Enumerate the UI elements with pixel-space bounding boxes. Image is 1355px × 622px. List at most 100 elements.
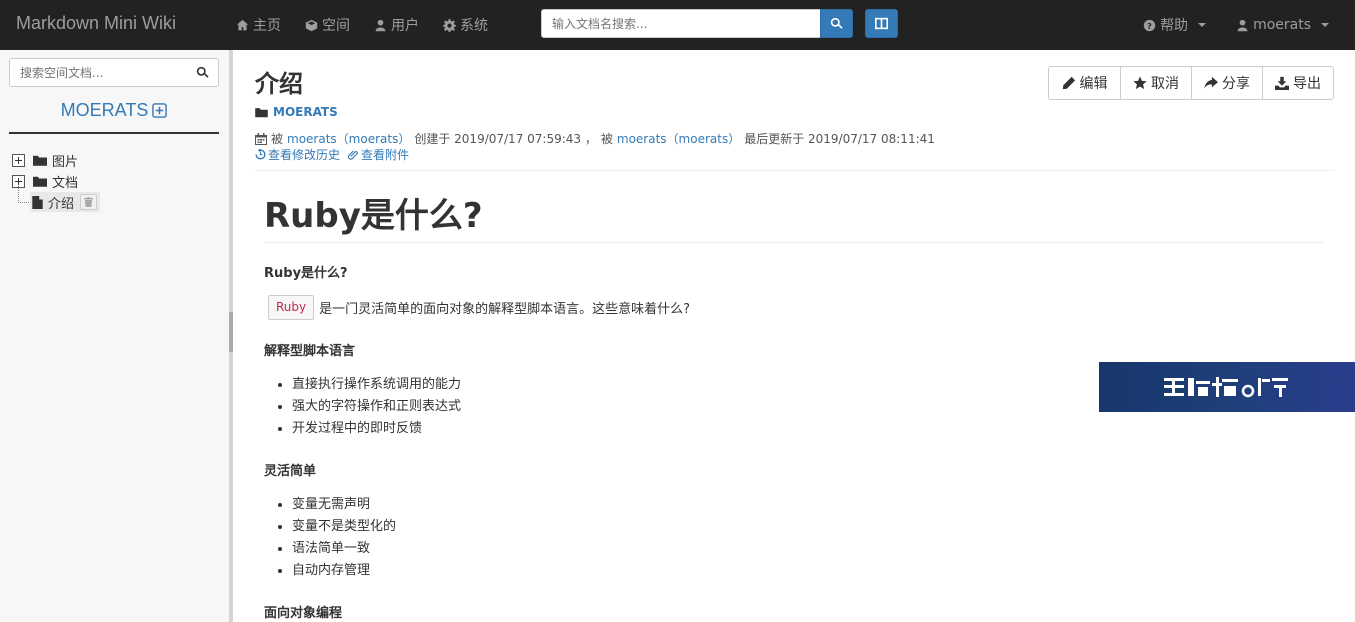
nav-space-label: 空间 <box>322 18 350 34</box>
space-breadcrumb[interactable]: MOERATS <box>255 105 338 119</box>
cancel-label: 取消 <box>1151 76 1179 92</box>
user-icon <box>375 19 386 31</box>
creator-link[interactable]: moerats（moerats） <box>287 130 410 147</box>
watermark-logo-icon <box>1164 377 1288 398</box>
space-link-label: MOERATS <box>273 105 338 119</box>
history-label: 查看修改历史 <box>268 148 341 162</box>
caret-down-icon <box>1321 23 1329 27</box>
calendar-icon <box>255 132 267 145</box>
tree-node-label: 图片 <box>52 155 79 170</box>
meta-by2: 被 <box>600 132 613 146</box>
edit-label: 编辑 <box>1079 76 1108 92</box>
nav-right: ? 帮助 moerats <box>1143 0 1329 50</box>
main-content: 介绍 MOERATS 被 moerats（moerats） 创建于 2019/0… <box>233 50 1355 622</box>
doc-search-input[interactable] <box>541 9 821 38</box>
tree-node-label: 文档 <box>52 176 79 191</box>
space-title: MOERATS <box>9 100 219 134</box>
file-icon <box>32 195 43 209</box>
user-icon <box>1237 19 1248 31</box>
folder-icon <box>33 176 47 187</box>
star-icon <box>1133 76 1147 90</box>
created-time: 创建于 2019/07/17 07:59:43 ， <box>414 132 597 146</box>
top-navbar: Markdown Mini Wiki 主页 空间 用户 系统 ? 帮助 <box>0 0 1355 50</box>
folder-icon <box>255 107 268 117</box>
cancel-button[interactable]: 取消 <box>1120 66 1192 100</box>
attachments-link[interactable]: 查看附件 <box>348 146 409 163</box>
share-label: 分享 <box>1222 76 1250 92</box>
help-label: 帮助 <box>1160 18 1189 34</box>
history-icon <box>255 149 266 160</box>
home-icon <box>236 19 249 30</box>
user-dropdown[interactable]: moerats <box>1236 17 1329 33</box>
export-button[interactable]: 导出 <box>1262 66 1334 100</box>
columns-icon <box>875 17 888 30</box>
trash-icon <box>84 197 94 207</box>
inline-code: Ruby <box>268 295 315 320</box>
user-label: moerats <box>1253 17 1311 33</box>
space-doc-search <box>9 58 219 87</box>
paperclip-icon <box>348 150 358 160</box>
header-divider <box>255 170 1334 171</box>
edit-button[interactable]: 编辑 <box>1048 66 1121 100</box>
search-button[interactable] <box>820 9 853 38</box>
search-icon[interactable] <box>196 66 209 79</box>
share-icon <box>1204 76 1218 89</box>
list-interpreted: 直接执行操作系统调用的能力 强大的字符操作和正则表达式 开发过程中的即时反馈 <box>292 374 461 440</box>
share-button[interactable]: 分享 <box>1191 66 1263 100</box>
cube-icon <box>305 19 318 31</box>
list-item: 开发过程中的即时反馈 <box>292 418 461 440</box>
plus-square-icon[interactable] <box>152 103 168 118</box>
space-name[interactable]: MOERATS <box>61 100 149 121</box>
search-icon <box>830 17 843 29</box>
list-item: 变量不是类型化的 <box>292 516 396 538</box>
main-nav: 主页 空间 用户 系统 <box>236 0 512 50</box>
section-heading-flexible: 灵活简单 <box>264 464 317 479</box>
list-item: 语法简单一致 <box>292 538 396 560</box>
export-icon <box>1275 76 1289 90</box>
history-link[interactable]: 查看修改历史 <box>255 146 340 163</box>
nav-system[interactable]: 系统 <box>443 15 488 35</box>
gear-icon <box>443 18 456 32</box>
list-item: 强大的字符操作和正则表达式 <box>292 396 461 418</box>
doc-tree: 图片 文档 介绍 <box>12 150 101 212</box>
toggle-layout-button[interactable] <box>865 9 898 38</box>
folder-icon <box>33 155 47 166</box>
brand-title[interactable]: Markdown Mini Wiki <box>16 13 176 34</box>
nav-users[interactable]: 用户 <box>374 15 419 35</box>
nav-space[interactable]: 空间 <box>305 15 350 35</box>
delete-node-button[interactable] <box>80 194 98 210</box>
section-heading-intro: Ruby是什么? <box>264 266 348 281</box>
section-heading-interpreted: 解释型脚本语言 <box>264 344 356 359</box>
nav-home-label: 主页 <box>253 18 281 34</box>
tree-node-label: 介绍 <box>48 196 75 212</box>
doc-actions: 编辑 取消 分享 导出 <box>1048 66 1334 100</box>
meta-by: 被 <box>271 132 284 146</box>
expand-icon[interactable] <box>12 154 25 167</box>
help-dropdown[interactable]: ? 帮助 <box>1143 15 1207 35</box>
space-search-input[interactable] <box>10 59 190 86</box>
doc-links: 查看修改历史 查看附件 <box>255 146 409 163</box>
question-circle-icon: ? <box>1143 19 1156 31</box>
list-item: 直接执行操作系统调用的能力 <box>292 374 461 396</box>
list-item: 变量无需声明 <box>292 494 396 516</box>
pencil-icon <box>1062 76 1075 90</box>
svg-text:?: ? <box>1147 20 1152 30</box>
content-heading: Ruby是什么? <box>264 190 1324 243</box>
updater-link[interactable]: moerats（moerats） <box>617 130 740 147</box>
section-heading-oop: 面向对象编程 <box>264 606 343 621</box>
caret-down-icon <box>1198 23 1207 27</box>
attachments-label: 查看附件 <box>361 148 410 162</box>
watermark-logo <box>1099 362 1355 412</box>
intro-paragraph: Ruby 是一门灵活简单的面向对象的解释型脚本语言。这些意味着什么? <box>264 295 690 320</box>
list-item: 自动内存管理 <box>292 560 396 582</box>
nav-system-label: 系统 <box>460 18 488 34</box>
sidebar: MOERATS 图片 文档 介绍 <box>0 50 229 622</box>
tree-node-images[interactable]: 图片 <box>12 150 100 171</box>
intro-text: 是一门灵活简单的面向对象的解释型脚本语言。这些意味着什么? <box>319 302 691 317</box>
tree-node-intro[interactable]: 介绍 <box>30 192 101 212</box>
nav-home[interactable]: 主页 <box>236 15 281 35</box>
doc-meta: 被 moerats（moerats） 创建于 2019/07/17 07:59:… <box>255 130 935 147</box>
list-flexible: 变量无需声明 变量不是类型化的 语法简单一致 自动内存管理 <box>292 494 396 582</box>
updated-time: 最后更新于 2019/07/17 08:11:41 <box>744 132 935 146</box>
page-title: 介绍 <box>255 70 303 98</box>
